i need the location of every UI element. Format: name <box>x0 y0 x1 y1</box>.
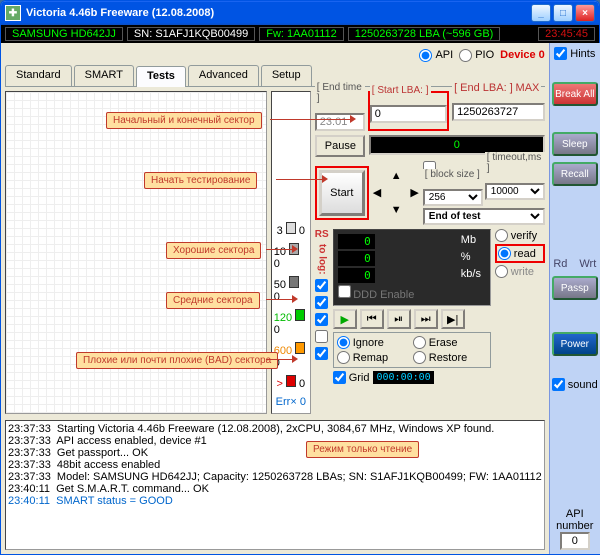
rs-label: RS <box>315 229 329 240</box>
end-button[interactable]: ▶| <box>441 309 465 329</box>
log-line: 23:37:33 Get passport... OK <box>8 447 542 459</box>
block-3-icon <box>286 222 296 234</box>
titlebar[interactable]: ✚ Victoria 4.46b Freeware (12.08.2008) _… <box>1 1 599 25</box>
dde-check[interactable] <box>338 285 351 298</box>
log-check-5[interactable] <box>315 347 328 360</box>
log-line: 23:37:33 Starting Victoria 4.46b Freewar… <box>8 423 542 435</box>
recall-button[interactable]: Recall <box>552 162 598 186</box>
play-button[interactable]: ▶ <box>333 309 357 329</box>
action-select[interactable]: End of test <box>423 208 545 225</box>
tab-tests[interactable]: Tests <box>136 66 186 87</box>
annot-mid: Средние сектора <box>166 292 260 309</box>
log-line: 23:40:11 Get S.M.A.R.T. command... OK <box>8 483 542 495</box>
tab-setup[interactable]: Setup <box>261 65 312 86</box>
sn-box: SN: S1AFJ1KQB00499 <box>127 27 255 41</box>
log-line: 23:37:33 Model: SAMSUNG HD642JJ; Capacit… <box>8 471 542 483</box>
fw-box: Fw: 1AA01112 <box>259 27 344 41</box>
break-all-button[interactable]: Break All <box>552 82 598 106</box>
elapsed-timer: 000:00:00 <box>373 371 433 384</box>
model-box: SAMSUNG HD642JJ <box>5 27 123 41</box>
tab-advanced[interactable]: Advanced <box>188 65 259 86</box>
annot-bad: Плохие или почти плохие (BAD) сектора <box>76 352 278 369</box>
arrow-down-icon[interactable]: ▼ <box>391 204 402 216</box>
log-line: 23:37:33 API access enabled, device #1 <box>8 435 542 447</box>
remap-radio[interactable] <box>337 351 350 364</box>
block-120-icon <box>295 309 305 321</box>
log-line: 23:37:33 48bit access enabled <box>8 459 542 471</box>
device-label: Device 0 <box>500 49 545 61</box>
sound-check[interactable] <box>552 378 565 391</box>
erase-radio[interactable] <box>413 336 426 349</box>
window-title: Victoria 4.46b Freeware (12.08.2008) <box>26 7 531 19</box>
minimize-button[interactable]: _ <box>531 4 551 22</box>
sector-grid: Начальный и конечный сектор Начать тести… <box>5 91 267 414</box>
arrow-right-icon[interactable]: ▶ <box>410 186 418 199</box>
block-size-select[interactable]: 256 <box>423 189 483 206</box>
log-panel[interactable]: Режим только чтение 23:37:33 Starting Vi… <box>5 420 545 550</box>
lba-box: 1250263728 LBA (~596 GB) <box>348 27 501 41</box>
verify-radio[interactable] <box>495 229 508 242</box>
timeout-select[interactable]: 10000 <box>485 183 545 200</box>
read-radio[interactable] <box>498 247 511 260</box>
power-button[interactable]: Power <box>552 332 598 356</box>
tab-standard[interactable]: Standard <box>5 65 72 86</box>
grid-check[interactable] <box>333 371 346 384</box>
log-line: 23:40:11 SMART status = GOOD <box>8 495 542 507</box>
start-lba-input[interactable] <box>370 105 447 123</box>
block-slow-icon <box>286 375 296 387</box>
annot-sectors: Начальный и конечный сектор <box>106 112 262 129</box>
end-time-field <box>315 113 365 131</box>
jog-control[interactable]: ▲ ◀ ▶ ▼ <box>373 170 419 216</box>
side-panel: Hints Break All Sleep Recall RdWrt Passp… <box>549 43 600 554</box>
write-radio[interactable] <box>495 265 508 278</box>
annot-start: Начать тестирование <box>144 172 257 189</box>
end-lba-input[interactable] <box>452 103 545 121</box>
api-radio[interactable] <box>419 49 432 62</box>
rewind-button[interactable]: ⏮ <box>360 309 384 329</box>
block-50-icon <box>289 276 299 288</box>
log-check-2[interactable] <box>315 296 328 309</box>
tab-smart[interactable]: SMART <box>74 65 134 86</box>
arrow-up-icon[interactable]: ▲ <box>391 170 402 182</box>
log-check-1[interactable] <box>315 279 328 292</box>
pio-radio[interactable] <box>459 49 472 62</box>
step-button[interactable]: ⏯ <box>387 309 411 329</box>
api-number-input[interactable] <box>560 532 590 550</box>
hints-check[interactable] <box>554 47 567 60</box>
info-bar: SAMSUNG HD642JJ SN: S1AFJ1KQB00499 Fw: 1… <box>1 25 599 43</box>
pause-button[interactable]: Pause <box>315 135 365 157</box>
annot-readmode: Режим только чтение <box>306 441 419 458</box>
annot-good: Хорошие сектора <box>166 242 261 259</box>
meters: 0Mb 0% 0kb/s DDD Enable <box>333 229 491 306</box>
maximize-button[interactable]: □ <box>553 4 573 22</box>
log-check-3[interactable] <box>315 313 328 326</box>
ignore-radio[interactable] <box>337 336 350 349</box>
api-row: API PIO Device 0 <box>5 47 545 63</box>
tolog-label: to log: <box>316 244 327 275</box>
clock-box: 23:45:45 <box>538 27 595 41</box>
forward-button[interactable]: ⏭ <box>414 309 438 329</box>
close-button[interactable]: × <box>575 4 595 22</box>
log-check-4[interactable] <box>315 330 328 343</box>
sleep-button[interactable]: Sleep <box>552 132 598 156</box>
app-icon: ✚ <box>5 5 21 21</box>
block-600-icon <box>295 342 305 354</box>
arrow-left-icon[interactable]: ◀ <box>373 186 381 199</box>
restore-radio[interactable] <box>413 351 426 364</box>
app-window: ✚ Victoria 4.46b Freeware (12.08.2008) _… <box>0 0 600 555</box>
passp-button[interactable]: Passp <box>552 276 598 300</box>
